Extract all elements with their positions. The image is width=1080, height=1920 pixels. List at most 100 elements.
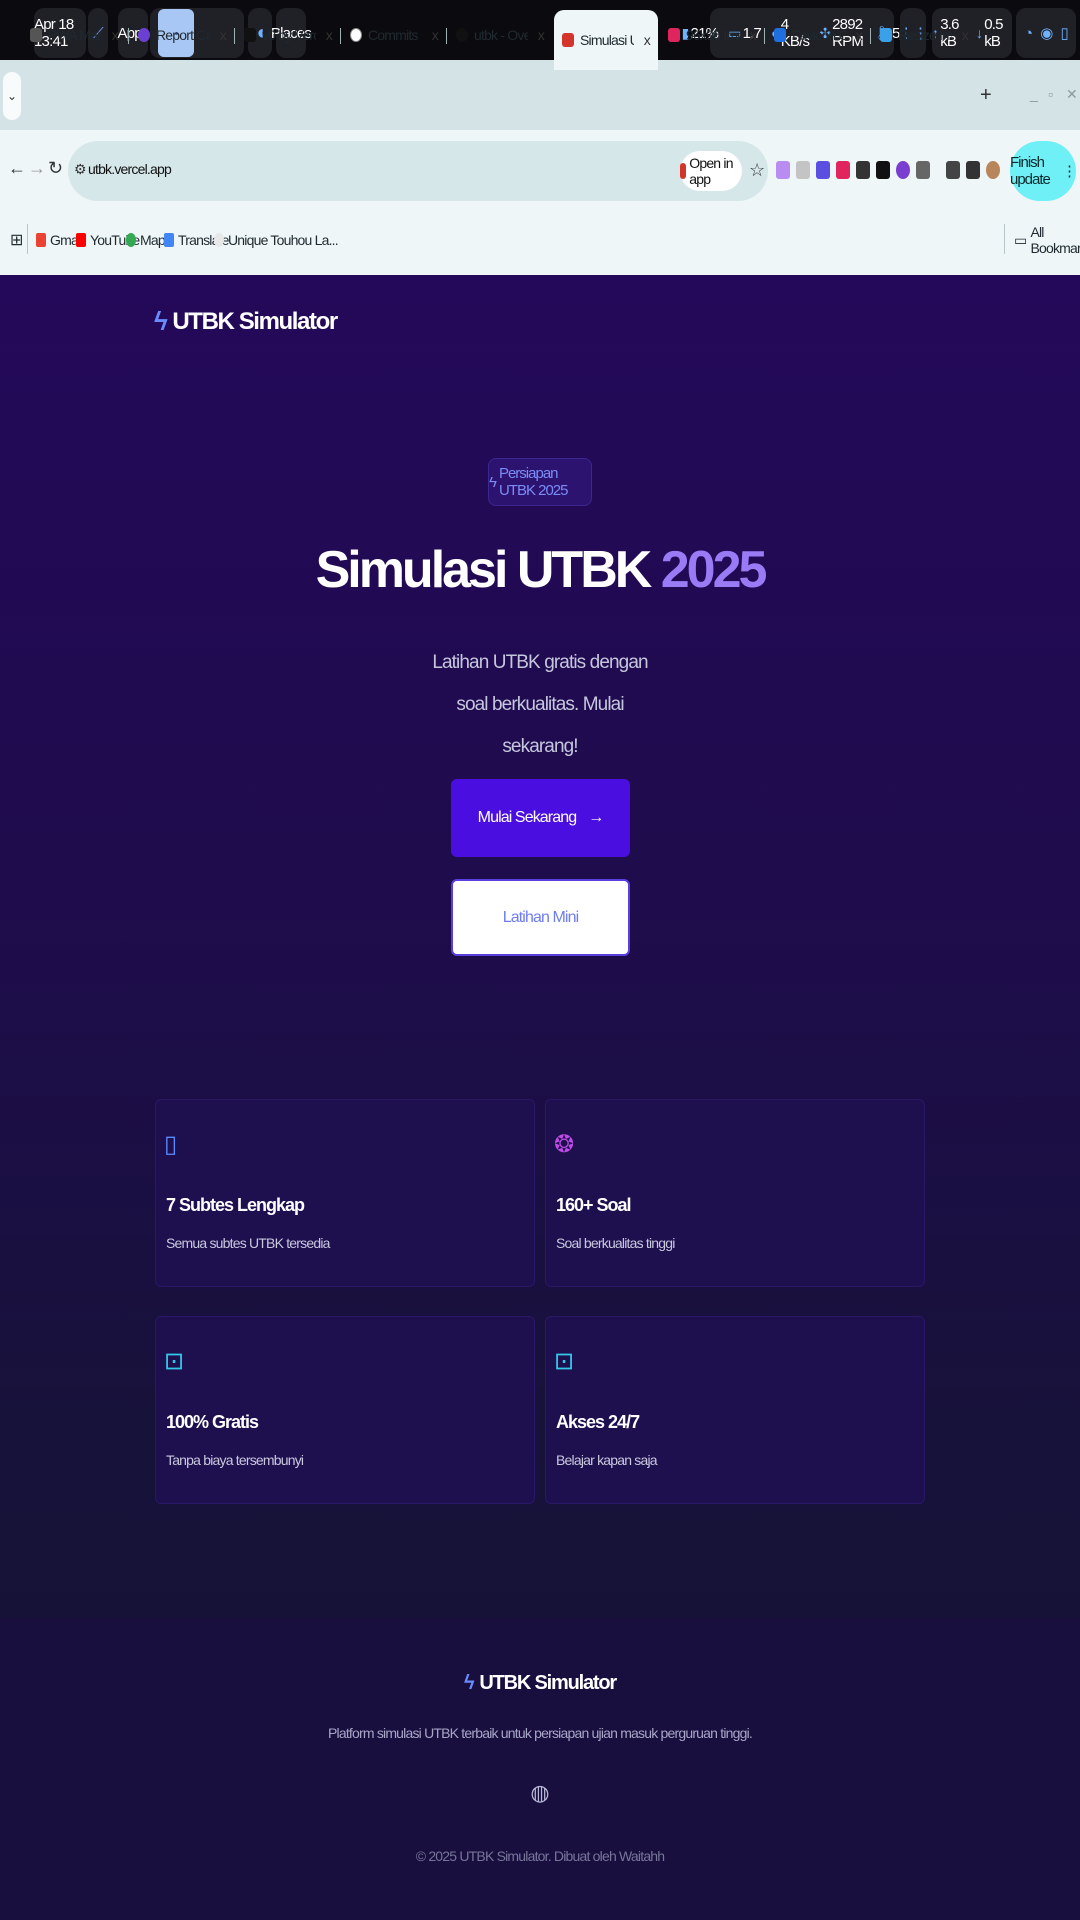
footer-brand[interactable]: ϟ UTBK Simulator (0, 1672, 1080, 1695)
hero-title: Simulasi UTBK 2025 (0, 540, 1080, 600)
tab-divider (446, 28, 447, 44)
site-info-icon[interactable]: ⚙ (74, 161, 87, 178)
extension-icon[interactable] (776, 161, 790, 179)
hero-year: 2025 (660, 541, 768, 599)
extension-icon[interactable] (796, 161, 810, 179)
feature-description: Belajar kapan saja (556, 1452, 658, 1468)
more-vert-icon: ⋮ (1062, 163, 1077, 180)
download-icon[interactable] (966, 161, 980, 179)
badge-label: Persiapan UTBK 2025 (498, 465, 569, 499)
feature-card: ❂ 160+ Soal Soal berkualitas tinggi (545, 1099, 925, 1287)
mini-practice-label: Latihan Mini (502, 908, 579, 926)
sparkle-icon: ϟ (464, 1672, 475, 1694)
robot-icon: ⊡ (164, 1348, 185, 1375)
feature-description: Tanpa biaya tersembunyi (166, 1452, 304, 1468)
wifi-icon: ◔ (1023, 24, 1033, 42)
finish-update-label: Finish update (1010, 154, 1051, 188)
tab-utbk-overview[interactable]: utbk - Overview – V x (448, 14, 552, 56)
close-icon[interactable]: x (432, 27, 439, 43)
tab-divider (340, 28, 341, 44)
close-icon[interactable]: x (644, 32, 651, 48)
close-icon[interactable]: x (112, 27, 119, 43)
tab-resize-image[interactable]: Resize Image to 100 x (872, 14, 976, 56)
volume-icon: ◉ (1040, 25, 1053, 42)
tab-favicon-icon (244, 28, 256, 42)
tab-search-button[interactable]: ⌄ (3, 72, 21, 120)
tab-v0[interactable]: v0 by Vercel x (236, 14, 340, 56)
brain-icon: ❂ (554, 1131, 575, 1158)
close-icon[interactable]: x (538, 27, 545, 43)
feature-card: ⊡ 100% Gratis Tanpa biaya tersembunyi (155, 1316, 535, 1504)
quick-settings[interactable]: ◔ ◉ ▯ (1016, 8, 1076, 58)
feature-card: ▯ 7 Subtes Lengkap Semua subtes UTBK ter… (155, 1099, 535, 1287)
footer-description: Platform simulasi UTBK terbaik untuk per… (328, 1725, 753, 1741)
translate-icon (164, 233, 174, 247)
tab-favicon-icon (562, 33, 574, 47)
close-icon[interactable]: x (220, 27, 227, 43)
tab-title: Resize Image to 100 (898, 27, 952, 43)
address-bar[interactable]: ⚙ utbk.vercel.app (68, 141, 768, 201)
arrow-down-icon: ↓ (976, 25, 983, 41)
hero-subtitle: Latihan UTBK gratis dengan soal berkuali… (432, 652, 648, 757)
folder-icon: ▭ (1014, 231, 1027, 248)
close-icon[interactable]: x (962, 27, 969, 43)
tab-divider (764, 28, 765, 44)
reading-list-icon[interactable] (946, 161, 960, 179)
tab-divider (870, 28, 871, 44)
minimize-icon[interactable]: _ (1030, 86, 1038, 102)
avatar[interactable] (986, 161, 1000, 179)
new-tab-button[interactable]: + (980, 84, 992, 107)
feature-description: Semua subtes UTBK tersedia (166, 1235, 330, 1251)
app-icon (680, 163, 687, 179)
back-icon[interactable]: ← (8, 158, 26, 179)
forward-icon[interactable]: → (28, 158, 46, 179)
extension-icon[interactable] (836, 161, 850, 179)
extension-icon[interactable] (816, 161, 830, 179)
github-icon (350, 28, 362, 42)
tab-commits[interactable]: Commits · Fujitime x (342, 14, 446, 56)
tab-image-converter[interactable]: 96x96 Image Conve x (660, 14, 764, 56)
chevron-down-icon: ⌄ (6, 89, 18, 103)
feature-title: Akses 24/7 (556, 1412, 640, 1432)
maps-icon (126, 233, 136, 247)
close-icon[interactable]: x (326, 27, 333, 43)
browser-tab-strip (0, 60, 1080, 130)
extension-icon[interactable] (856, 161, 870, 179)
all-bookmarks-button[interactable]: ▭All Bookmarks (1014, 224, 1080, 256)
feature-description: Soal berkualitas tinggi (556, 1235, 675, 1251)
close-icon[interactable]: x (856, 27, 863, 43)
finish-update-button[interactable]: Finish update ⋮ (1010, 141, 1077, 201)
tab-pwa-manifest[interactable]: PWA Manifest Optio x (22, 14, 126, 56)
hero-badge: ϟ Persiapan UTBK 2025 (488, 458, 592, 506)
reload-icon[interactable]: ↻ (48, 158, 63, 179)
tab-favicon-icon (138, 28, 150, 42)
start-now-label: Mulai Sekarang (477, 809, 577, 826)
download-stat: ↓ 0.5 kB (976, 16, 1003, 50)
bookmark-star-icon[interactable]: ☆ (749, 160, 765, 181)
sparkle-icon: ϟ (489, 473, 497, 491)
extension-icon[interactable] (876, 161, 890, 179)
arrow-right-icon: → (588, 809, 604, 826)
mini-practice-button[interactable]: Latihan Mini (451, 879, 630, 956)
brand-logo[interactable]: ϟ UTBK Simulator (154, 306, 338, 337)
open-in-app-button[interactable]: Open in app (680, 151, 742, 191)
apps-grid-icon[interactable]: ⊞ (10, 229, 23, 251)
close-icon[interactable]: x (750, 27, 757, 43)
extension-icon[interactable] (896, 161, 910, 179)
github-icon[interactable]: ◍ (530, 1780, 550, 1806)
tab-favicon-generator[interactable]: Favicon Generator - x (766, 14, 870, 56)
start-now-button[interactable]: Mulai Sekarang → (451, 779, 630, 857)
tab-title: v0 by Vercel (262, 27, 316, 43)
bookmark-touhou[interactable]: Unique Touhou La... (214, 229, 339, 251)
tab-title: Favicon Generator - (792, 27, 846, 43)
tab-report-card[interactable]: Report Card | PWAB x (130, 14, 234, 56)
puzzle-icon[interactable] (916, 161, 930, 179)
tab-favicon-icon (880, 28, 892, 42)
tab-title: Report Card | PWAB (156, 27, 210, 43)
close-window-icon[interactable]: ✕ (1066, 86, 1078, 103)
maximize-icon[interactable]: ▫ (1048, 86, 1053, 102)
footer-copyright: © 2025 UTBK Simulator. Dibuat oleh Waita… (415, 1848, 665, 1864)
tab-simulasi-utbk[interactable]: Simulasi UTBK 2025 x (554, 10, 658, 70)
tab-favicon-icon (668, 28, 680, 42)
brand-name: UTBK Simulator (172, 307, 338, 335)
